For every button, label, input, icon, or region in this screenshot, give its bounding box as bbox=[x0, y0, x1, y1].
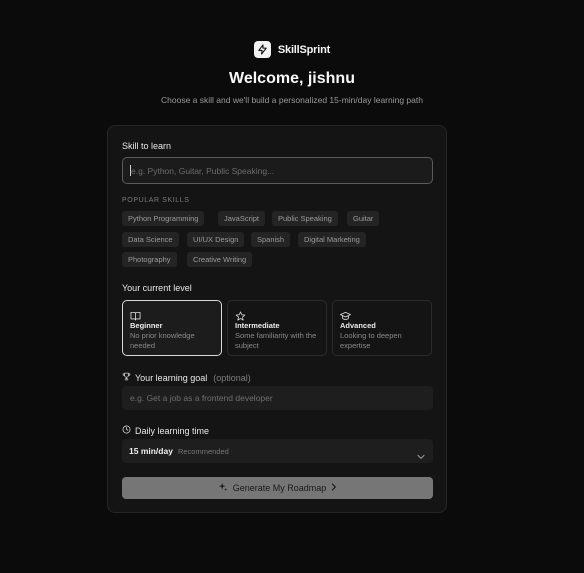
star-icon bbox=[235, 308, 319, 321]
generate-roadmap-button[interactable]: Generate My Roadmap bbox=[122, 477, 433, 499]
level-label: Your current level bbox=[122, 283, 192, 293]
clock-icon bbox=[122, 425, 131, 436]
brand: SkillSprint bbox=[0, 41, 584, 58]
recommended-note: Recommended bbox=[177, 446, 229, 456]
time-label: Daily learning time bbox=[122, 425, 209, 436]
goal-label-text: Your learning goal bbox=[135, 372, 208, 383]
popular-skills-title: POPULAR SKILLS bbox=[122, 197, 190, 204]
chevron-down-icon bbox=[417, 447, 425, 465]
daily-time-value: 15 min/day bbox=[129, 446, 173, 456]
onboarding-card: Skill to learn POPULAR SKILLS Python Pro… bbox=[107, 125, 447, 513]
skill-label: Skill to learn bbox=[122, 141, 171, 151]
skill-chip[interactable]: Guitar bbox=[347, 211, 380, 226]
level-option-intermediate[interactable]: Intermediate Some familiarity with the s… bbox=[227, 300, 327, 356]
skill-chip[interactable]: Data Science bbox=[122, 232, 179, 247]
optional-note: (optional) bbox=[213, 372, 251, 383]
skill-chip[interactable]: UI/UX Design bbox=[187, 232, 245, 247]
skill-chip[interactable]: Python Programming bbox=[122, 211, 205, 226]
sparkles-icon bbox=[218, 482, 228, 494]
lightning-bolt-icon bbox=[253, 41, 271, 58]
brand-name: SkillSprint bbox=[277, 43, 331, 56]
level-option-advanced[interactable]: Advanced Looking to deepen expertise bbox=[332, 300, 432, 356]
text-cursor bbox=[130, 165, 131, 176]
level-desc: Looking to deepen expertise bbox=[340, 331, 402, 350]
level-option-beginner[interactable]: Beginner No prior knowledge needed bbox=[122, 300, 222, 356]
time-label-text: Daily learning time bbox=[135, 425, 210, 436]
skill-chip[interactable]: Public Speaking bbox=[272, 211, 338, 226]
goal-input[interactable] bbox=[122, 386, 433, 410]
level-label-text: Your current level bbox=[122, 283, 192, 293]
chevron-right-icon bbox=[331, 483, 337, 493]
page-subtitle: Choose a skill and we'll build a persona… bbox=[161, 95, 423, 105]
skill-chip[interactable]: Photography bbox=[122, 252, 177, 267]
goal-label: Your learning goal (optional) bbox=[122, 372, 251, 383]
book-icon bbox=[130, 308, 214, 321]
level-title: Intermediate bbox=[235, 321, 280, 330]
skill-label-text: Skill to learn bbox=[122, 141, 172, 151]
skill-chip[interactable]: JavaScript bbox=[218, 211, 266, 226]
level-desc: No prior knowledge needed bbox=[130, 331, 195, 350]
graduation-cap-icon bbox=[340, 308, 424, 320]
trophy-icon bbox=[122, 372, 131, 383]
level-desc: Some familiarity with the subject bbox=[235, 331, 317, 350]
level-title: Advanced bbox=[340, 321, 376, 330]
daily-time-select[interactable]: 15 min/day Recommended bbox=[122, 439, 433, 463]
level-title: Beginner bbox=[130, 321, 163, 330]
page-title: Welcome, jishnu bbox=[229, 70, 355, 87]
skill-chip[interactable]: Spanish bbox=[251, 232, 291, 247]
skill-chip[interactable]: Creative Writing bbox=[187, 252, 253, 267]
skill-input[interactable] bbox=[122, 157, 433, 184]
skill-chip[interactable]: Digital Marketing bbox=[298, 232, 366, 247]
generate-roadmap-label: Generate My Roadmap bbox=[232, 483, 327, 493]
